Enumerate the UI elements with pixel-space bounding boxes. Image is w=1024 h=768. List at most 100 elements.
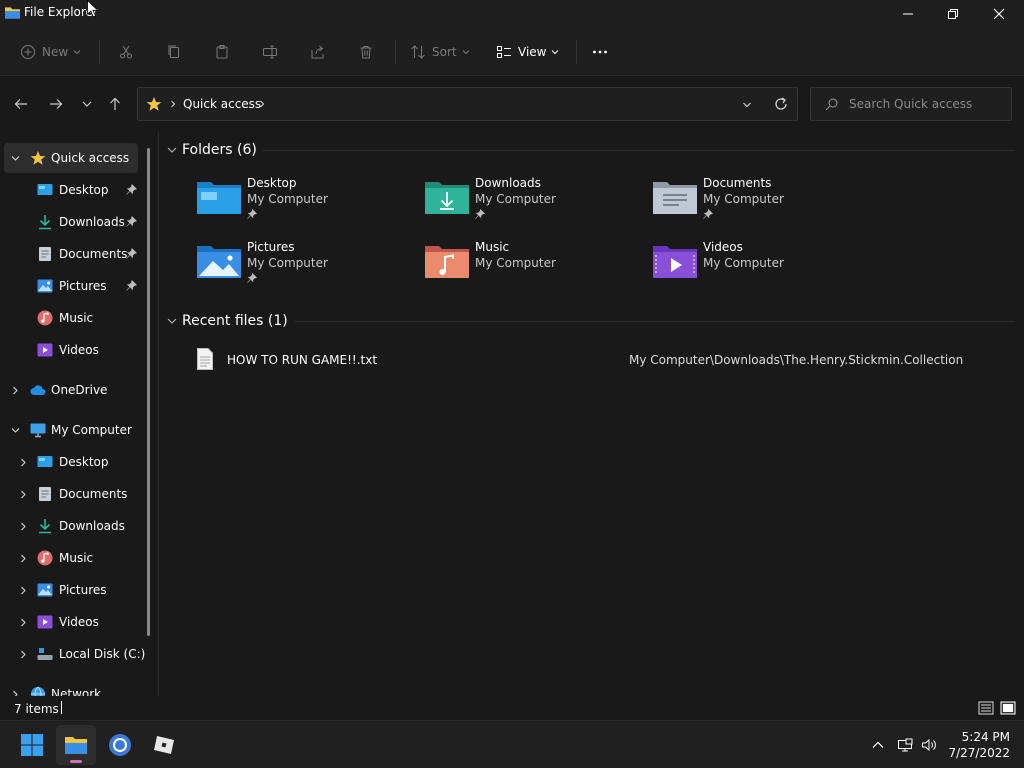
sidebar-item-downloads[interactable]: Downloads: [4, 207, 138, 237]
sidebar-item-local-disk[interactable]: Local Disk (C:): [4, 639, 145, 669]
more-options-button[interactable]: [592, 40, 608, 64]
expand-chevron[interactable]: [10, 425, 20, 435]
volume-icon[interactable]: [921, 737, 937, 753]
recent-group-header[interactable]: Recent files (1): [167, 311, 288, 331]
sidebar-label: Documents: [59, 487, 128, 501]
view-label: View: [518, 45, 547, 59]
minimize-button[interactable]: [885, 0, 931, 28]
taskbar-chrome[interactable]: [100, 725, 140, 765]
sidebar-item-computer-documents[interactable]: Documents: [4, 479, 138, 509]
sidebar-item-network[interactable]: Network: [4, 679, 138, 696]
tiles-view-icon[interactable]: [1000, 700, 1016, 716]
breadcrumb-quick-access[interactable]: Quick access: [183, 97, 261, 111]
expand-chevron[interactable]: [18, 521, 28, 531]
expand-chevron[interactable]: [18, 457, 28, 467]
folders-group-header[interactable]: Folders (6): [167, 140, 257, 160]
sidebar-label: Desktop: [59, 183, 109, 197]
folder-tile-desktop[interactable]: Desktop My Computer: [197, 176, 417, 230]
navigation-row: Quick access: [0, 76, 1024, 132]
folder-tile-videos[interactable]: Videos My Computer: [653, 240, 873, 294]
restore-button[interactable]: [930, 0, 976, 28]
chevron-up-icon[interactable]: [870, 737, 886, 753]
download-icon: [39, 215, 51, 230]
sidebar-item-quick-access[interactable]: Quick access: [4, 143, 138, 173]
chevron-right-icon: [20, 618, 26, 626]
expand-chevron[interactable]: [18, 649, 28, 659]
sidebar-label: Videos: [59, 615, 99, 629]
sidebar-item-computer-videos[interactable]: Videos: [4, 607, 138, 637]
expand-chevron[interactable]: [18, 489, 28, 499]
active-indicator: [70, 760, 82, 763]
paste-button[interactable]: [214, 40, 230, 64]
details-view-icon[interactable]: [978, 700, 994, 716]
folder-tile-pictures[interactable]: Pictures My Computer: [197, 240, 417, 294]
sidebar-label: Documents: [59, 247, 128, 261]
folder-location: My Computer: [247, 192, 328, 206]
clipboard-icon: [216, 45, 228, 59]
expand-chevron[interactable]: [10, 153, 20, 163]
expand-chevron[interactable]: [10, 689, 20, 696]
search-box[interactable]: [810, 87, 1012, 121]
delete-button[interactable]: [358, 40, 374, 64]
back-button[interactable]: [11, 94, 31, 114]
status-bar: 7 items: [0, 696, 1024, 720]
sidebar-item-computer-desktop[interactable]: Desktop: [4, 447, 138, 477]
sidebar-label: Music: [59, 551, 94, 565]
star-icon: [30, 151, 46, 165]
view-button[interactable]: View: [496, 40, 559, 64]
sidebar-item-onedrive[interactable]: OneDrive: [4, 375, 138, 405]
folders-heading: Folders (6): [182, 142, 257, 158]
sidebar-label: Music: [59, 311, 94, 325]
system-clock[interactable]: 5:24 PM 7/27/2022: [944, 729, 1010, 761]
cut-button[interactable]: [118, 40, 134, 64]
taskbar-roblox[interactable]: [144, 725, 184, 765]
search-input[interactable]: [849, 95, 1005, 113]
forward-button[interactable]: [46, 94, 66, 114]
start-button[interactable]: [12, 725, 52, 765]
command-bar: New Sort View: [0, 28, 1024, 76]
sidebar-item-pictures[interactable]: Pictures: [4, 271, 138, 301]
sidebar-item-computer-downloads[interactable]: Downloads: [4, 511, 138, 541]
folder-tile-documents[interactable]: Documents My Computer: [653, 176, 873, 230]
group-divider: [263, 150, 1015, 151]
sidebar-item-documents[interactable]: Documents: [4, 239, 138, 269]
recent-file-row[interactable]: HOW TO RUN GAME!!.txt My Computer\Downlo…: [193, 346, 1013, 374]
recent-locations-button[interactable]: [77, 94, 97, 114]
up-button[interactable]: [105, 94, 125, 114]
new-button[interactable]: New: [20, 40, 81, 64]
mouse-cursor-icon: [87, 0, 99, 18]
folder-videos-icon: [653, 246, 697, 278]
breadcrumb-chevron-icon[interactable]: [169, 100, 177, 108]
sort-button[interactable]: Sort: [410, 40, 470, 64]
share-button[interactable]: [310, 40, 326, 64]
desktop-icon: [37, 456, 53, 467]
folder-tile-downloads[interactable]: Downloads My Computer: [425, 176, 645, 230]
sidebar-scrollbar[interactable]: [147, 148, 150, 636]
chevron-down-icon: [11, 427, 19, 433]
sidebar-item-computer-pictures[interactable]: Pictures: [4, 575, 138, 605]
search-icon: [825, 98, 838, 111]
network-tray-icon[interactable]: [897, 737, 913, 753]
close-button[interactable]: [976, 0, 1022, 28]
rename-button[interactable]: [262, 40, 278, 64]
expand-chevron[interactable]: [18, 553, 28, 563]
copy-button[interactable]: [166, 40, 182, 64]
sidebar-item-desktop[interactable]: Desktop: [4, 175, 138, 205]
sidebar-item-music[interactable]: Music: [4, 303, 138, 333]
sidebar-item-my-computer[interactable]: My Computer: [4, 415, 138, 445]
taskbar-file-explorer[interactable]: [56, 725, 96, 765]
refresh-icon[interactable]: [774, 97, 788, 111]
sort-label: Sort: [432, 45, 457, 59]
sidebar-item-videos[interactable]: Videos: [4, 335, 138, 365]
folder-name: Videos: [703, 240, 743, 254]
folder-tile-music[interactable]: Music My Computer: [425, 240, 645, 294]
breadcrumb-chevron-icon[interactable]: [258, 100, 266, 108]
expand-chevron[interactable]: [18, 617, 28, 627]
address-dropdown-icon[interactable]: [742, 100, 752, 110]
address-bar[interactable]: Quick access: [137, 87, 798, 121]
expand-chevron[interactable]: [10, 385, 20, 395]
expand-chevron[interactable]: [18, 585, 28, 595]
music-icon: [37, 310, 53, 326]
copy-icon: [168, 45, 179, 58]
sidebar-item-computer-music[interactable]: Music: [4, 543, 138, 573]
